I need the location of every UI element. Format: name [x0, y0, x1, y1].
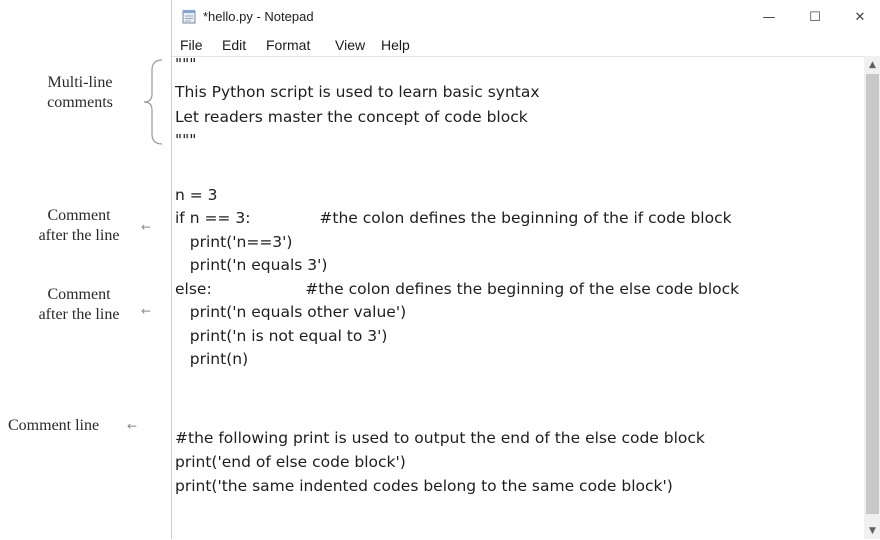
title-bar[interactable]: *hello.py - Notepad — ☐ ✕: [172, 0, 880, 34]
annotation-text: Comment: [47, 207, 111, 224]
code-line: print('n equals 3'): [175, 256, 328, 274]
scroll-down-icon[interactable]: ▼: [864, 522, 880, 539]
scrollbar-thumb[interactable]: [866, 74, 879, 514]
annotation-text: after the line: [38, 306, 120, 323]
minimize-button[interactable]: —: [746, 0, 792, 34]
notepad-window: *hello.py - Notepad — ☐ ✕ File Edit Form…: [171, 0, 880, 539]
annotation-text: comments: [47, 94, 113, 111]
code-line: """: [175, 131, 197, 149]
vertical-scrollbar[interactable]: ▲ ▼: [864, 56, 880, 539]
menu-edit[interactable]: Edit: [222, 37, 246, 53]
text-editor-area[interactable]: """ This Python script is used to learn …: [172, 55, 864, 540]
maximize-button[interactable]: ☐: [792, 0, 838, 34]
code-line: #the following print is used to output t…: [175, 429, 705, 447]
annotation-text: Comment: [47, 286, 111, 303]
code-line: print('n equals other value'): [175, 303, 407, 321]
code-line: This Python script is used to learn basi…: [175, 83, 540, 101]
minimize-icon: —: [762, 9, 776, 25]
code-line: print('end of else code block'): [175, 453, 406, 471]
scroll-up-icon[interactable]: ▲: [864, 56, 880, 73]
maximize-icon: ☐: [809, 9, 821, 25]
code-line: Let readers master the concept of code b…: [175, 108, 528, 126]
close-icon: ✕: [854, 9, 866, 25]
notepad-app-icon: [182, 10, 196, 24]
code-line: print(n): [175, 350, 249, 368]
code-line: n = 3: [175, 186, 218, 204]
code-line: else: #the colon defines the beginning o…: [175, 280, 740, 298]
annotation-multiline-comments: Multi-line comments: [20, 73, 140, 113]
left-arrow-icon: ←: [141, 304, 152, 318]
menu-file[interactable]: File: [180, 37, 203, 53]
code-line: print('the same indented codes belong to…: [175, 477, 673, 495]
code-line: """: [175, 55, 197, 73]
left-arrow-icon: ←: [141, 220, 152, 234]
close-button[interactable]: ✕: [837, 0, 880, 34]
code-line: print('n is not equal to 3'): [175, 327, 388, 345]
annotation-comment-after-line-2: Comment after the line: [18, 285, 140, 325]
annotation-comment-after-line-1: Comment after the line: [18, 206, 140, 246]
annotation-text: Comment line: [8, 417, 100, 434]
annotation-text: Multi-line: [47, 74, 113, 91]
left-arrow-icon: ←: [127, 419, 138, 433]
code-line: if n == 3: #the colon defines the beginn…: [175, 209, 732, 227]
annotation-comment-line: Comment line: [8, 416, 120, 436]
menu-view[interactable]: View: [335, 37, 365, 53]
code-line: print('n==3'): [175, 233, 293, 251]
curly-brace-icon: [143, 59, 163, 145]
menu-format[interactable]: Format: [266, 37, 310, 53]
menu-help[interactable]: Help: [381, 37, 410, 53]
menu-bar: File Edit Format View Help: [172, 34, 880, 56]
window-title: *hello.py - Notepad: [203, 9, 314, 24]
annotation-text: after the line: [38, 227, 120, 244]
